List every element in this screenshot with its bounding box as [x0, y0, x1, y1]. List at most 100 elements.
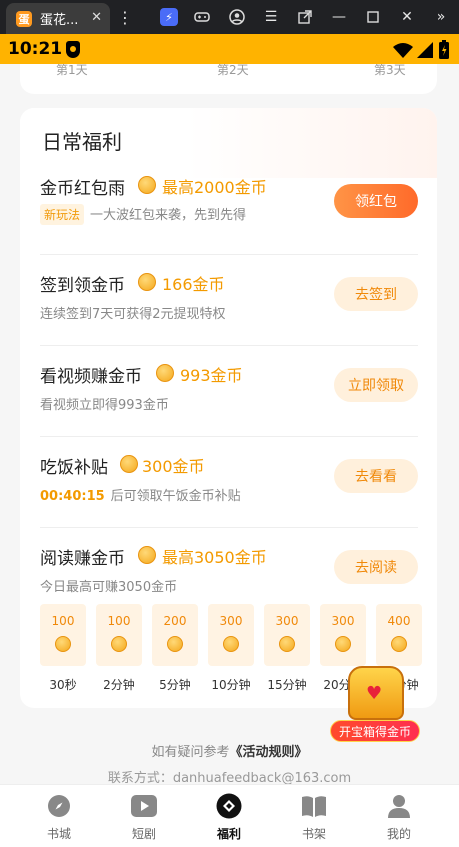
chest-label: 开宝箱得金币	[330, 720, 420, 742]
task-desc: 连续签到7天可获得2元提现特权	[40, 307, 226, 322]
compass-icon	[46, 793, 72, 819]
battery-icon	[439, 40, 449, 59]
nav-item-welfare[interactable]: 福利	[199, 791, 259, 843]
coin-icon	[223, 636, 239, 652]
task-desc: 后可领取午饭金币补贴	[110, 489, 241, 504]
claim-now-button[interactable]: 立即领取	[334, 368, 418, 402]
contact-info: 联系方式：danhuafeedback@163.com	[107, 771, 352, 784]
go-read-button[interactable]: 去阅读	[334, 550, 418, 584]
nav-item-bookshelf[interactable]: 书架	[284, 791, 344, 843]
welfare-page: 第1天 第2天 第3天 日常福利 金币红包雨 最高2000金币 新玩法 一大波红包…	[0, 64, 459, 784]
coin-icon	[120, 455, 138, 473]
play-icon	[131, 793, 157, 819]
status-time: 10:21	[8, 39, 63, 59]
coin-icon	[156, 364, 174, 382]
app-favicon-icon: 蛋	[16, 10, 32, 27]
task-desc-line: 00:40:15 后可领取午饭金币补贴	[40, 485, 241, 504]
close-window-icon[interactable]: ✕	[398, 8, 416, 26]
tile-time-label: 5分钟	[159, 678, 191, 692]
checkin-days-strip: 第1天 第2天 第3天	[20, 64, 437, 94]
gamepad-icon[interactable]	[193, 8, 211, 26]
task-reward: 最高2000金币	[162, 178, 267, 197]
reading-tile[interactable]: 300	[320, 604, 366, 666]
task-row-meal-subsidy: 吃饭补贴 300金币 00:40:15 后可领取午饭金币补贴 去看看	[40, 437, 418, 528]
rules-prefix: 如有疑问参考	[151, 745, 230, 760]
bottom-nav: 书城 短剧 福利 书架 我的	[0, 784, 459, 847]
coin-icon	[138, 546, 156, 564]
new-play-badge: 新玩法	[40, 204, 85, 225]
nav-label: 书城	[46, 827, 71, 841]
task-reward: 993金币	[180, 366, 243, 385]
coin-icon	[391, 636, 407, 652]
coin-icon	[279, 636, 295, 652]
account-icon[interactable]	[228, 8, 246, 26]
task-desc-line: 新玩法 一大波红包来袭，先到先得	[40, 204, 246, 225]
rules-line: 如有疑问参考《活动规则》	[0, 741, 459, 760]
coin-icon	[167, 636, 183, 652]
maximize-icon[interactable]	[364, 8, 382, 26]
nav-item-bookstore[interactable]: 书城	[29, 791, 89, 843]
nav-label: 我的	[386, 827, 411, 841]
checkin-day-label: 第1天	[56, 64, 88, 77]
task-reward: 300金币	[142, 457, 205, 476]
get-red-packet-button[interactable]: 领红包	[334, 184, 418, 218]
nav-label: 短剧	[131, 827, 156, 841]
task-name: 金币红包雨	[40, 179, 125, 199]
reading-tile[interactable]: 300	[208, 604, 254, 666]
extension-icon[interactable]: ⚡	[160, 8, 178, 26]
checkin-day-label: 第2天	[217, 64, 249, 77]
task-name: 看视频赚金币	[40, 367, 142, 387]
browser-bar: 蛋 蛋花... ✕ ⋮ ⚡ ☰ — ✕ »	[0, 0, 459, 34]
coin-icon	[111, 636, 127, 652]
menu-icon[interactable]: ☰	[262, 8, 280, 26]
tab-title: 蛋花...	[40, 13, 79, 28]
user-icon	[386, 793, 412, 819]
reading-tile[interactable]: 400	[376, 604, 422, 666]
task-name: 签到领金币	[40, 276, 125, 296]
coin-icon	[55, 636, 71, 652]
checkin-day-label: 第3天	[374, 64, 406, 77]
section-title: 日常福利	[42, 130, 122, 154]
task-desc: 今日最高可赚3050金币	[40, 580, 178, 595]
tab-close-icon[interactable]: ✕	[91, 10, 102, 25]
task-reward: 最高3050金币	[162, 548, 267, 567]
task-reward: 166金币	[162, 275, 225, 294]
daily-benefits-card: 日常福利 金币红包雨 最高2000金币 新玩法 一大波红包来袭，先到先得 领红包 …	[20, 108, 437, 708]
expand-right-icon[interactable]: »	[432, 8, 450, 26]
shield-icon	[66, 41, 80, 58]
go-look-button[interactable]: 去看看	[334, 459, 418, 493]
nav-label: 书架	[301, 827, 326, 841]
reading-tile[interactable]: 100	[40, 604, 86, 666]
tile-time-label: 10分钟	[211, 678, 251, 692]
coin-icon	[138, 273, 156, 291]
task-name: 阅读赚金币	[40, 549, 125, 569]
book-icon	[301, 793, 327, 819]
reading-tile[interactable]: 200	[152, 604, 198, 666]
task-row-red-packet-rain: 金币红包雨 最高2000金币 新玩法 一大波红包来袭，先到先得 领红包	[40, 164, 418, 255]
heart-icon: ♥	[366, 683, 383, 704]
minimize-icon[interactable]: —	[330, 8, 348, 26]
task-name: 吃饭补贴	[40, 458, 108, 478]
wifi-icon	[393, 43, 413, 58]
tile-time-label: 15分钟	[267, 678, 307, 692]
nav-item-short-drama[interactable]: 短剧	[114, 791, 174, 843]
coin-icon	[138, 176, 156, 194]
task-desc: 一大波红包来袭，先到先得	[90, 208, 247, 223]
go-checkin-button[interactable]: 去签到	[334, 277, 418, 311]
nav-item-profile[interactable]: 我的	[369, 791, 429, 843]
more-vertical-icon[interactable]: ⋮	[116, 8, 134, 27]
reading-tile[interactable]: 300	[264, 604, 310, 666]
activity-rules-link[interactable]: 《活动规则》	[230, 745, 308, 760]
reading-tile[interactable]: 100	[96, 604, 142, 666]
popout-icon[interactable]	[296, 8, 314, 26]
task-row-watch-video: 看视频赚金币 993金币 看视频立即得993金币 立即领取	[40, 346, 418, 437]
treasure-chest-button[interactable]: ♥ 开宝箱得金币	[330, 664, 420, 746]
task-desc: 看视频立即得993金币	[40, 398, 169, 413]
status-bar: 10:21	[0, 34, 459, 64]
coin-icon	[335, 636, 351, 652]
tile-time-label: 30秒	[49, 678, 77, 692]
browser-tab[interactable]: 蛋 蛋花... ✕	[6, 3, 110, 34]
task-row-checkin: 签到领金币 166金币 连续签到7天可获得2元提现特权 去签到	[40, 255, 418, 346]
nav-label: 福利	[216, 827, 241, 841]
gift-icon	[216, 793, 242, 819]
